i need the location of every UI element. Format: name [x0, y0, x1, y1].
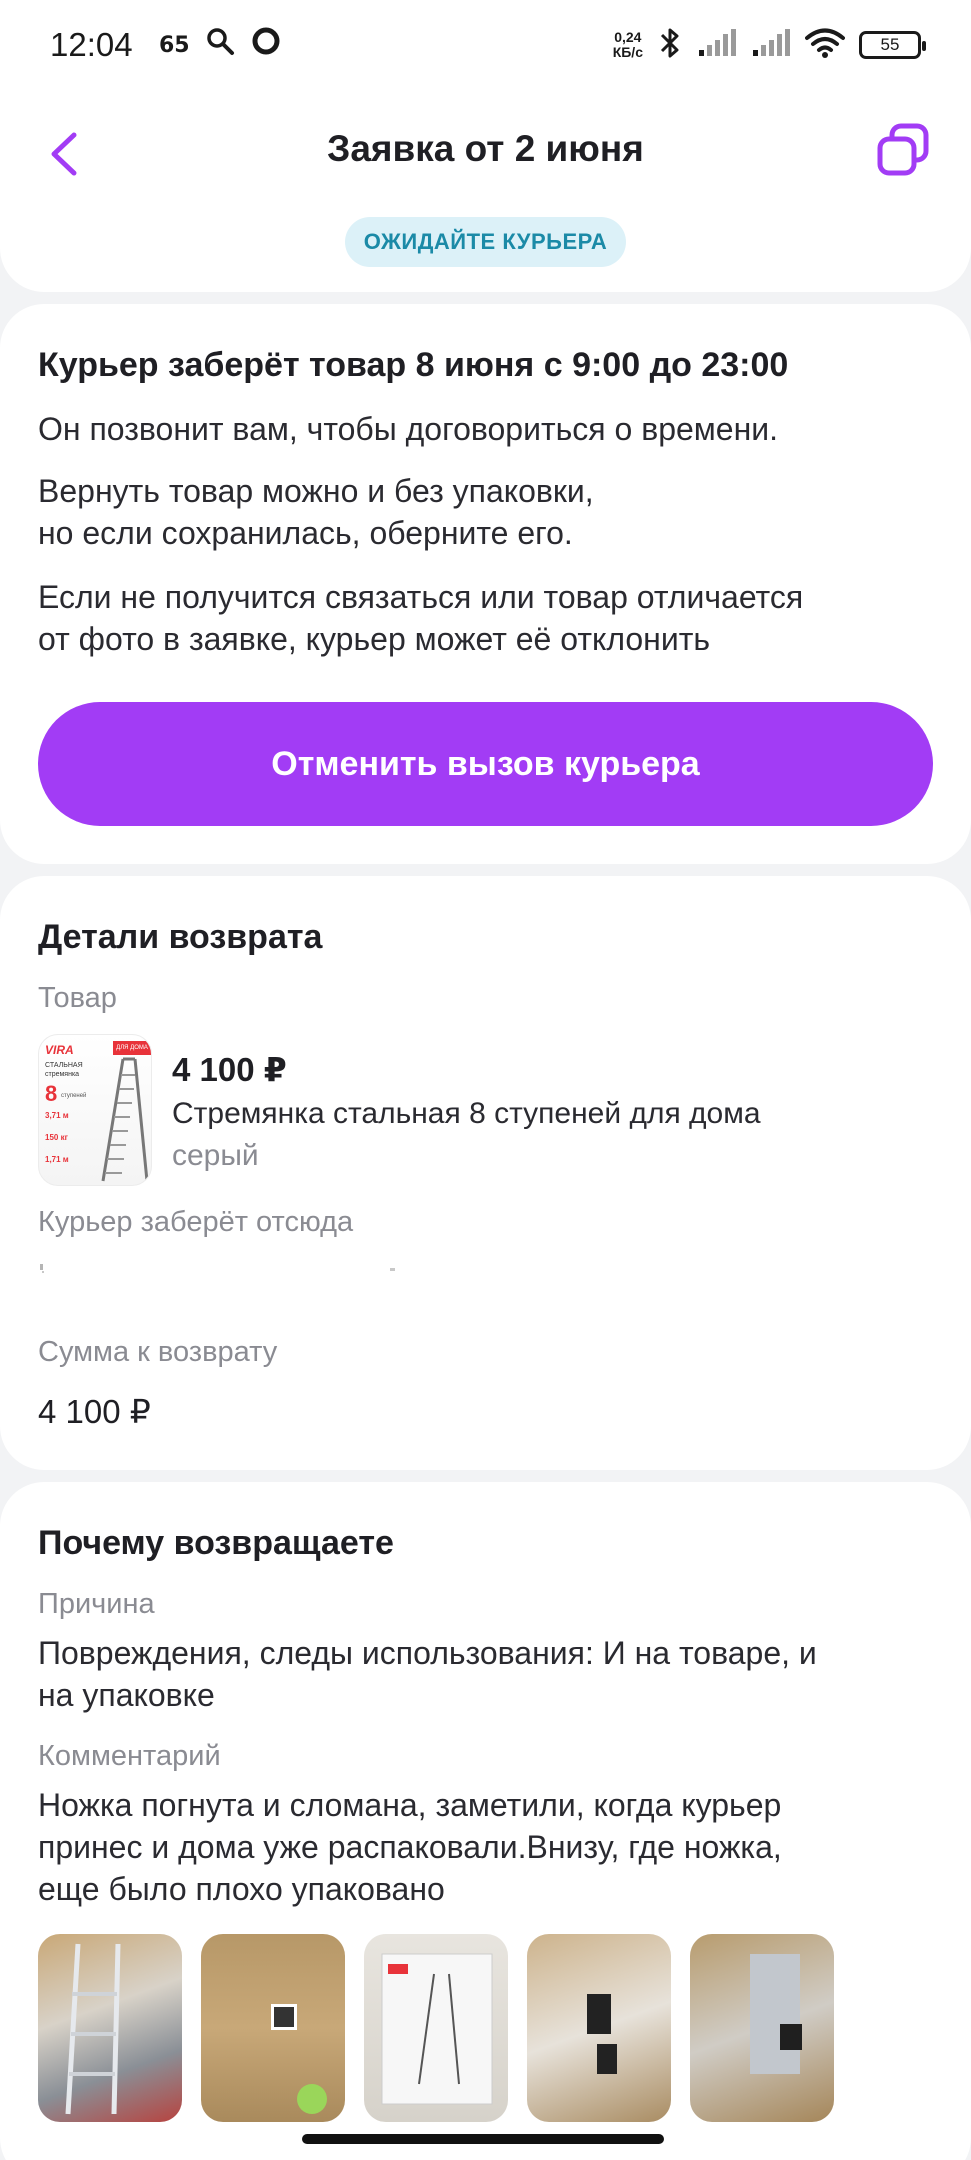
- battery-icon: 55: [859, 31, 926, 59]
- photo-ladder-shape: [65, 1943, 121, 2115]
- product-price: 4 100 ₽: [172, 1051, 287, 1088]
- courier-title: Курьер заберёт товар 8 июня с 9:00 до 23…: [38, 346, 789, 384]
- header: Заявка от 2 июня ОЖИДАЙТЕ КУРЬЕРА: [0, 90, 971, 292]
- refund-value: 4 100 ₽: [38, 1393, 151, 1430]
- app-notification-icon: 65: [159, 27, 190, 64]
- home-indicator[interactable]: [302, 2134, 664, 2144]
- reason-title: Почему возвращаете: [38, 1524, 394, 1562]
- net-speed-unit: КБ/с: [612, 44, 643, 60]
- reason-card: Почему возвращаете Причина Повреждения, …: [0, 1482, 971, 2160]
- product-color: серый: [172, 1139, 259, 1172]
- page-title: Заявка от 2 июня: [327, 128, 644, 169]
- return-details-card: Детали возврата Товар VIRA ДЛЯ ДОМА СТАЛ…: [0, 876, 971, 1470]
- status-bar: 12:04 65 0,24 КБ/с 55: [0, 0, 971, 90]
- attached-photo-2[interactable]: [201, 1934, 345, 2122]
- product-name: Стремянка стальная 8 ступеней для дома: [172, 1097, 761, 1130]
- svg-text:65: 65: [159, 33, 189, 56]
- photo-broken-leg-shape: [750, 1954, 802, 2074]
- thumb-brand-logo: VIRA: [45, 1043, 74, 1057]
- status-badge: ОЖИДАЙТЕ КУРЬЕРА: [345, 217, 626, 267]
- comment-label: Комментарий: [38, 1740, 221, 1772]
- attached-photo-3[interactable]: [364, 1934, 508, 2122]
- comment-text-1: Ножка погнута и сломана, заметили, когда…: [38, 1787, 782, 1823]
- courier-warning-text-2: от фото в заявке, курьер может её отклон…: [38, 621, 711, 657]
- courier-warning-text-1: Если не получится связаться или товар от…: [38, 579, 804, 615]
- battery-level: 55: [880, 35, 900, 54]
- reason-text-2: на упаковке: [38, 1677, 215, 1713]
- status-right: 0,24 КБ/с 55: [613, 26, 926, 65]
- thumb-steps: 8: [45, 1081, 58, 1106]
- attached-photos: [38, 1934, 834, 2122]
- courier-card: Курьер заберёт товар 8 июня с 9:00 до 23…: [0, 304, 971, 864]
- thumb-tag: ДЛЯ ДОМА: [113, 1041, 151, 1055]
- net-speed: 0,24 КБ/с: [613, 30, 643, 60]
- bluetooth-icon: [657, 26, 683, 65]
- ladder-image: [101, 1057, 149, 1182]
- attached-photo-1[interactable]: [38, 1934, 182, 2122]
- attached-photo-5[interactable]: [690, 1934, 834, 2122]
- courier-call-text: Он позвонит вам, чтобы договориться о вр…: [38, 411, 779, 447]
- copy-button[interactable]: [875, 122, 931, 178]
- circle-notification-icon: [251, 26, 281, 64]
- product-info: 4 100 ₽ Стремянка стальная 8 ступеней дл…: [172, 1034, 761, 1186]
- thumb-steps-label: ступеней: [61, 1093, 87, 1099]
- thumb-spec-2: 150 кг: [45, 1133, 68, 1142]
- courier-packaging-text-2: но если сохранилась, оберните его.: [38, 515, 573, 551]
- reason-label: Причина: [38, 1588, 155, 1620]
- comment-text-3: еще было плохо упаковано: [38, 1871, 445, 1907]
- refund-label: Сумма к возврату: [38, 1336, 278, 1368]
- product-label: Товар: [38, 982, 117, 1014]
- pickup-address-redacted: [40, 1264, 400, 1273]
- thumb-spec-3: 1,71 м: [45, 1155, 69, 1164]
- status-left: 12:04 65: [50, 26, 281, 64]
- signal-1-icon: [697, 28, 737, 63]
- comment-text-2: принес и дома уже распаковали.Внизу, где…: [38, 1829, 782, 1865]
- pickup-label: Курьер заберёт отсюда: [38, 1206, 354, 1238]
- status-time: 12:04: [50, 26, 133, 63]
- signal-2-icon: [751, 28, 791, 63]
- photo-box-shape: [271, 2004, 327, 2114]
- attached-photo-4[interactable]: [527, 1934, 671, 2122]
- search-notification-icon: [205, 26, 235, 64]
- photo-leg-shape: [587, 1994, 617, 2074]
- thumb-description: СТАЛЬНАЯ стремянка: [45, 1062, 83, 1078]
- product-row[interactable]: VIRA ДЛЯ ДОМА СТАЛЬНАЯ стремянка 8 ступе…: [38, 1034, 761, 1186]
- photo-label-shape: [381, 1953, 493, 2105]
- details-title: Детали возврата: [38, 918, 323, 956]
- cancel-courier-button[interactable]: Отменить вызов курьера: [38, 702, 933, 826]
- reason-text-1: Повреждения, следы использования: И на т…: [38, 1635, 817, 1671]
- product-thumbnail: VIRA ДЛЯ ДОМА СТАЛЬНАЯ стремянка 8 ступе…: [38, 1034, 152, 1186]
- copy-icon: [877, 123, 929, 176]
- wifi-icon: [805, 27, 845, 64]
- thumb-spec-1: 3,71 м: [45, 1111, 69, 1120]
- net-speed-value: 0,24: [614, 29, 642, 45]
- courier-packaging-text-1: Вернуть товар можно и без упаковки,: [38, 473, 594, 509]
